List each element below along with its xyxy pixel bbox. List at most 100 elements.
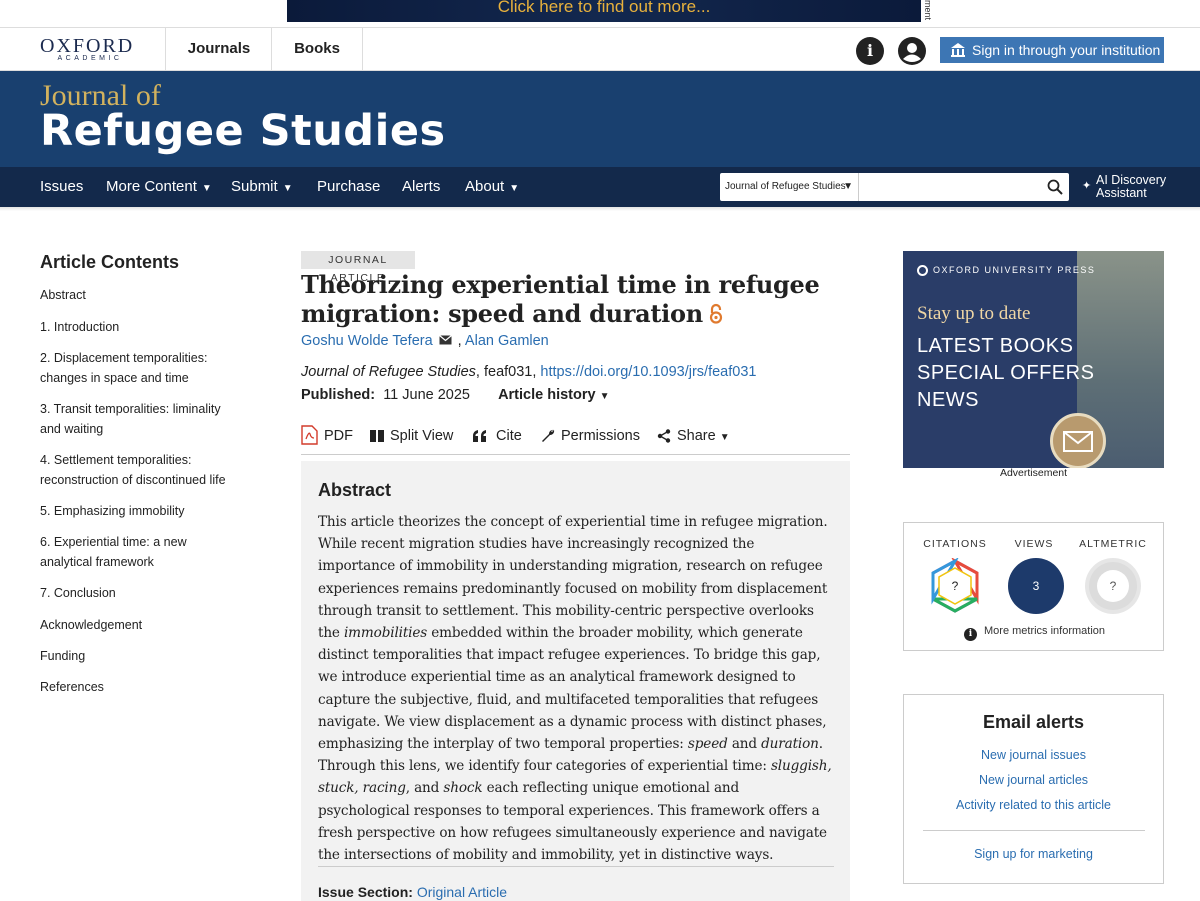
- article-contents-heading: Article Contents: [40, 252, 180, 272]
- journal-name: Journal of Refugee Studies: [301, 364, 476, 380]
- toc-item[interactable]: References: [40, 677, 235, 697]
- issue-section-label: Issue Section:: [318, 884, 413, 900]
- split-view-button[interactable]: Split View: [370, 424, 453, 448]
- toc-item[interactable]: Funding: [40, 646, 235, 666]
- ad-line: NEWS: [917, 389, 979, 411]
- share-button[interactable]: Share ▼: [657, 424, 730, 448]
- abstract-emphasis: duration: [761, 736, 819, 753]
- nav-more-content-label: More Content: [106, 178, 197, 195]
- alert-link-new-articles[interactable]: New journal articles: [904, 773, 1163, 787]
- email-alerts-heading: Email alerts: [982, 712, 1085, 732]
- ai-label-line-2: Assistant: [1096, 186, 1147, 200]
- account-icon[interactable]: [898, 37, 926, 65]
- cite-label: Cite: [496, 428, 522, 444]
- search-scope-select[interactable]: Journal of Refugee Studies ▼: [720, 173, 859, 201]
- journal-header: Journal of Refugee Studies: [0, 71, 1200, 167]
- abstract-emphasis: stuck: [318, 780, 355, 797]
- ad-banner-text[interactable]: Click here to find out more...: [287, 0, 921, 22]
- nav-issues[interactable]: Issues: [40, 167, 83, 207]
- citations-value: ?: [951, 579, 959, 593]
- abstract-emphasis: immobilities: [343, 625, 428, 642]
- chevron-down-icon: ▼: [599, 391, 610, 402]
- article-title: Theorizing experiential time in refugee …: [301, 270, 851, 328]
- published-date: 11 June 2025: [383, 387, 470, 403]
- abstract-divider: [318, 866, 834, 867]
- toc-item[interactable]: 6. Experiential time: a new analytical f…: [40, 532, 235, 572]
- search-scope-value: Journal of Refugee Studies: [725, 181, 846, 192]
- issue-section-link[interactable]: Original Article: [417, 884, 507, 900]
- marketing-signup-link[interactable]: Sign up for marketing: [904, 847, 1163, 861]
- nav-alerts[interactable]: Alerts: [402, 167, 440, 207]
- author-link[interactable]: Goshu Wolde Tefera: [301, 333, 433, 349]
- author-list: Goshu Wolde Tefera, Alan Gamlen: [301, 331, 549, 351]
- author-link[interactable]: Alan Gamlen: [465, 333, 549, 349]
- wrench-icon: [542, 429, 555, 442]
- issue-section: Issue Section: Original Article: [318, 884, 507, 900]
- toc-item[interactable]: 2. Displacement temporalities: changes i…: [40, 348, 235, 388]
- altmetric-badge[interactable]: ?: [1085, 558, 1141, 614]
- toc-item[interactable]: 1. Introduction: [40, 317, 235, 337]
- nav-more-content[interactable]: More Content ▼: [106, 167, 212, 207]
- oxford-academic-logo[interactable]: OXFORD ACADEMIC: [40, 36, 140, 63]
- top-ad-banner[interactable]: Click here to find out more... ment: [0, 0, 1200, 27]
- split-view-icon: [370, 430, 384, 442]
- books-link[interactable]: Books: [271, 28, 363, 70]
- more-metrics-label: More metrics information: [984, 625, 1106, 637]
- article-type-badge: JOURNAL ARTICLE: [301, 251, 415, 284]
- publication-info: Published: 11 June 2025 Article history …: [301, 385, 610, 407]
- abstract-emphasis: shock: [443, 780, 483, 797]
- altmetric-value: ?: [1109, 579, 1117, 593]
- citations-badge[interactable]: ?: [927, 558, 983, 614]
- abstract-emphasis: racing: [362, 780, 406, 797]
- nav-submit[interactable]: Submit ▼: [231, 167, 293, 207]
- journals-link[interactable]: Journals: [165, 28, 272, 70]
- chevron-down-icon: ▼: [201, 183, 212, 194]
- toc-item[interactable]: 3. Transit temporalities: liminality and…: [40, 399, 235, 439]
- alert-link-new-issues[interactable]: New journal issues: [904, 748, 1163, 762]
- toc-item[interactable]: 7. Conclusion: [40, 583, 235, 603]
- pdf-button[interactable]: PDF: [301, 424, 353, 448]
- article-metrics: CITATIONS VIEWS ALTMETRIC ? 3 ? i More me…: [903, 522, 1164, 651]
- oup-brand: OXFORD UNIVERSITY PRESS: [933, 265, 1096, 275]
- ad-tagline: Stay up to date: [917, 303, 1031, 324]
- views-badge[interactable]: 3: [1008, 558, 1064, 614]
- doi-link[interactable]: https://doi.org/10.1093/jrs/feaf031: [540, 364, 756, 380]
- quote-icon: [473, 430, 486, 442]
- open-access-icon: [709, 303, 722, 324]
- toc-item[interactable]: 5. Emphasizing immobility: [40, 501, 235, 521]
- toc-item[interactable]: Acknowledgement: [40, 615, 235, 635]
- search-icon[interactable]: [1047, 179, 1063, 195]
- ad-line: SPECIAL OFFERS: [917, 362, 1095, 384]
- article-title-text: Theorizing experiential time in refugee …: [301, 270, 820, 328]
- journal-title[interactable]: Refugee Studies: [40, 108, 446, 154]
- author-separator: ,: [457, 333, 462, 349]
- journal-navigation: Issues More Content ▼ Submit ▼ Purchase Al…: [0, 167, 1200, 207]
- sign-in-institution-button[interactable]: Sign in through your institution: [940, 37, 1164, 63]
- search-input[interactable]: [860, 173, 1040, 201]
- split-view-label: Split View: [390, 428, 454, 444]
- nav-shadow: [0, 207, 1200, 211]
- nav-about-label: About: [465, 178, 505, 195]
- nav-about[interactable]: About ▼: [465, 167, 519, 207]
- nav-submit-label: Submit: [231, 178, 278, 195]
- info-icon[interactable]: i: [856, 37, 884, 65]
- abstract-text-part: , and: [405, 780, 444, 797]
- email-icon[interactable]: [438, 335, 452, 345]
- sidebar-advertisement[interactable]: OXFORD UNIVERSITY PRESS Stay up to date …: [903, 251, 1164, 468]
- toc-item[interactable]: 4. Settlement temporalities: reconstruct…: [40, 450, 235, 490]
- more-metrics-link[interactable]: i More metrics information: [964, 624, 1105, 641]
- alert-link-activity[interactable]: Activity related to this article: [904, 798, 1163, 812]
- abstract-emphasis: ,: [354, 780, 363, 797]
- share-label: Share: [677, 428, 716, 444]
- toc-item[interactable]: Abstract: [40, 285, 235, 305]
- nav-purchase-label: Purchase: [317, 178, 381, 195]
- cite-button[interactable]: Cite: [472, 424, 522, 448]
- envelope-icon: [1050, 413, 1106, 468]
- nav-purchase[interactable]: Purchase: [317, 167, 380, 207]
- chevron-down-icon: ▼: [719, 432, 730, 443]
- permissions-button[interactable]: Permissions: [541, 424, 640, 448]
- article-history-toggle[interactable]: Article history ▼: [498, 387, 609, 403]
- abstract-heading: Abstract: [318, 480, 392, 500]
- altmetric-label: ALTMETRIC: [1079, 538, 1147, 550]
- citation-line: Journal of Refugee Studies, feaf031, htt…: [301, 362, 756, 382]
